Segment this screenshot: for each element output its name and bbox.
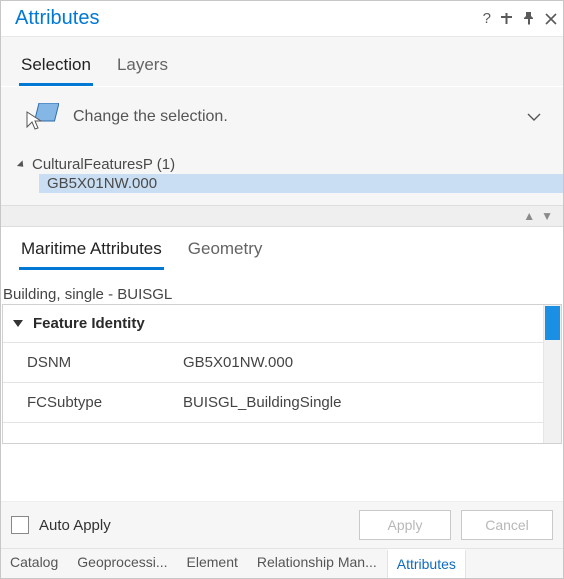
auto-apply-checkbox[interactable] [11, 516, 29, 534]
tab-layers[interactable]: Layers [115, 53, 170, 86]
auto-apply-label[interactable]: Auto Apply [39, 517, 111, 534]
group-header-label: Feature Identity [33, 315, 145, 332]
subtype-label: Building, single - BUISGL [1, 282, 563, 304]
scrollbar[interactable] [543, 305, 561, 443]
chevron-down-icon [13, 320, 23, 327]
pointer-select-icon [25, 103, 57, 131]
tree-layer-label: CulturalFeaturesP (1) [32, 156, 175, 173]
dropdown-icon[interactable] [519, 108, 549, 126]
tree-layer-row[interactable]: CulturalFeaturesP (1) [19, 155, 563, 174]
move-up-icon[interactable]: ▲ [523, 209, 535, 223]
options-icon[interactable] [501, 13, 512, 24]
btab-catalog[interactable]: Catalog [1, 549, 68, 578]
move-down-icon[interactable]: ▼ [541, 209, 553, 223]
cancel-button[interactable]: Cancel [461, 510, 553, 540]
property-grid: Feature Identity DSNM GB5X01NW.000 FCSub… [2, 304, 562, 444]
selection-tree: CulturalFeaturesP (1) GB5X01NW.000 [1, 149, 563, 205]
btab-attributes[interactable]: Attributes [387, 549, 466, 578]
btab-relationship-manager[interactable]: Relationship Man... [248, 549, 387, 578]
tab-selection[interactable]: Selection [19, 53, 93, 86]
tab-geometry[interactable]: Geometry [186, 237, 265, 270]
prop-row-empty [3, 422, 543, 434]
caret-icon [17, 160, 26, 169]
mid-tabs: Maritime Attributes Geometry [1, 227, 563, 270]
tab-maritime-attributes[interactable]: Maritime Attributes [19, 237, 164, 270]
change-selection-row[interactable]: Change the selection. [5, 101, 559, 139]
btab-element[interactable]: Element [178, 549, 248, 578]
top-tabs: Selection Layers [1, 37, 563, 87]
bottom-tabs: Catalog Geoprocessi... Element Relations… [1, 548, 563, 578]
splitter[interactable]: ▲ ▼ [1, 205, 563, 227]
close-icon[interactable] [545, 13, 557, 25]
prop-row-dsnm[interactable]: DSNM GB5X01NW.000 [3, 342, 543, 382]
titlebar: Attributes ? [1, 1, 563, 37]
tree-feature-row[interactable]: GB5X01NW.000 [39, 174, 563, 193]
prop-value-fcsubtype[interactable]: BUISGL_BuildingSingle [183, 394, 543, 411]
btab-geoprocessing[interactable]: Geoprocessi... [68, 549, 177, 578]
prop-label-fcsubtype: FCSubtype [3, 394, 183, 411]
selection-area: Change the selection. [1, 87, 563, 149]
property-grid-body: Feature Identity DSNM GB5X01NW.000 FCSub… [3, 305, 543, 443]
change-selection-text: Change the selection. [73, 108, 519, 126]
apply-button[interactable]: Apply [359, 510, 451, 540]
pane-title: Attributes [15, 7, 483, 30]
scrollbar-thumb[interactable] [545, 306, 560, 340]
prop-value-dsnm[interactable]: GB5X01NW.000 [183, 354, 543, 371]
tree-feature-label: GB5X01NW.000 [47, 175, 157, 192]
prop-row-fcsubtype[interactable]: FCSubtype BUISGL_BuildingSingle [3, 382, 543, 422]
prop-label-dsnm: DSNM [3, 354, 183, 371]
action-bar: Auto Apply Apply Cancel [1, 501, 563, 548]
group-feature-identity[interactable]: Feature Identity [3, 305, 543, 342]
titlebar-buttons: ? [483, 10, 557, 27]
help-icon[interactable]: ? [483, 10, 491, 27]
attributes-pane: Attributes ? Selection Layers [0, 0, 564, 579]
pin-icon[interactable] [522, 12, 535, 25]
